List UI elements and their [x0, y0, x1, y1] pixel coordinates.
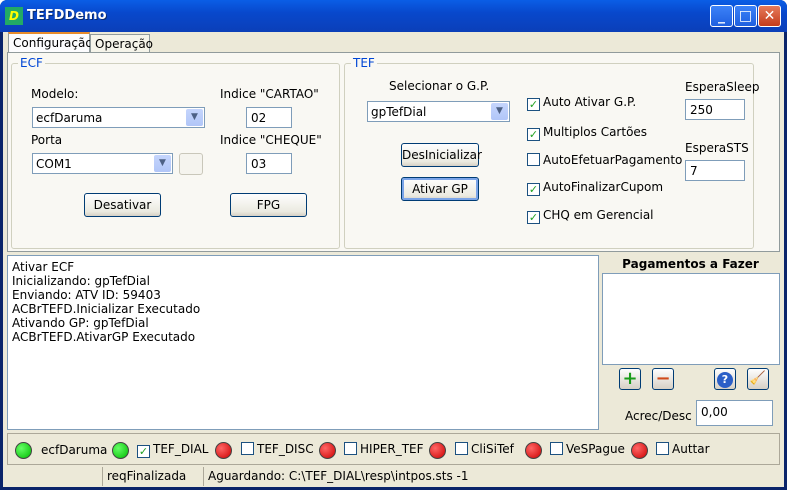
hiper-tef-led [319, 442, 336, 459]
log-line: ACBrTEFD.AtivarGP Executado [12, 330, 196, 344]
auttar-led [631, 442, 648, 459]
auttar-checkbox[interactable]: Auttar [656, 442, 710, 456]
acrec-desc-label: Acrec/Desc [625, 409, 692, 423]
config-tab-panel: ECF Modelo: ecfDaruma ▼ Porta COM1 ▼ Ind… [7, 52, 780, 252]
indice-cheque-field[interactable]: 03 [246, 153, 292, 174]
porta-label: Porta [31, 133, 63, 147]
espera-sts-label: EsperaSTS [685, 141, 749, 155]
log-line: ACBrTEFD.Inicializar Executado [12, 302, 201, 316]
log-line: Enviando: ATV ID: 59403 [12, 288, 161, 302]
clisitef-led [429, 442, 446, 459]
indice-cartao-label: Indice "CARTAO" [220, 87, 319, 101]
checkbox-unchecked-icon[interactable] [241, 442, 254, 455]
auto-efetuar-pagamento-checkbox[interactable]: AutoEfetuarPagamento [527, 153, 682, 167]
hiper-tef-checkbox[interactable]: HIPER_TEF [344, 442, 424, 456]
app-window: D TEFDDemo _ □ ✕ Configuração Operação E… [0, 0, 787, 490]
checkbox-unchecked-icon[interactable] [527, 153, 540, 166]
chevron-down-icon[interactable]: ▼ [186, 109, 203, 126]
auto-finalizar-cupom-checkbox[interactable]: ✓ AutoFinalizarCupom [527, 180, 663, 196]
app-icon[interactable]: D [5, 7, 23, 25]
espera-sleep-field[interactable]: 250 [685, 99, 745, 120]
close-button[interactable]: ✕ [758, 5, 781, 27]
porta-config-button[interactable] [179, 153, 203, 175]
tef-group: TEF Selecionar o G.P. gpTefDial ▼ DesIni… [344, 56, 759, 249]
clean-button[interactable]: 🧹 [747, 368, 769, 390]
modelo-label: Modelo: [31, 87, 79, 101]
fpg-button[interactable]: FPG [230, 193, 307, 217]
broom-icon: 🧹 [749, 371, 767, 386]
help-button[interactable]: ? [714, 368, 736, 390]
log-memo[interactable]: Ativar ECF Inicializando: gpTefDial Envi… [7, 255, 599, 430]
tef-dial-checkbox[interactable]: ✓ TEF_DIAL [137, 442, 209, 458]
pagamentos-panel: Pagamentos a Fazer + − ? 🧹 Acrec/Desc 0,… [601, 255, 780, 430]
status-bar: reqFinalizada Aguardando: C:\TEF_DIAL\re… [3, 466, 784, 487]
desativar-button[interactable]: Desativar [84, 193, 161, 217]
checkbox-checked-icon[interactable]: ✓ [527, 128, 540, 141]
minimize-button[interactable]: _ [710, 5, 733, 27]
espera-sts-field[interactable]: 7 [685, 160, 745, 181]
vespague-checkbox[interactable]: VeSPague [550, 442, 625, 456]
selecionar-gp-label: Selecionar o G.P. [389, 79, 490, 93]
tab-configuracao[interactable]: Configuração [8, 32, 93, 54]
checkbox-checked-icon[interactable]: ✓ [137, 445, 150, 458]
log-line: Ativar ECF [12, 260, 75, 274]
chevron-down-icon[interactable]: ▼ [491, 103, 508, 120]
statusbar-cell-1 [3, 467, 101, 486]
multiplos-cartoes-checkbox[interactable]: ✓ Multiplos Cartões [527, 125, 647, 141]
plus-icon: + [622, 368, 638, 389]
add-pagamento-button[interactable]: + [619, 368, 641, 390]
log-line: Ativando GP: gpTefDial [12, 316, 149, 330]
ecf-group-label: ECF [18, 56, 45, 70]
checkbox-checked-icon[interactable]: ✓ [527, 211, 540, 224]
gp-status-panel: ecfDaruma ✓ TEF_DIAL TEF_DISC HIPER_TEF C… [7, 433, 780, 465]
chevron-down-icon[interactable]: ▼ [154, 155, 171, 172]
tef-dial-led [112, 442, 129, 459]
pagamentos-list[interactable] [602, 273, 780, 365]
minus-icon: − [655, 368, 671, 389]
statusbar-cell-2: reqFinalizada [102, 467, 202, 486]
vespague-led [525, 442, 542, 459]
checkbox-unchecked-icon[interactable] [656, 442, 669, 455]
tef-disc-checkbox[interactable]: TEF_DISC [241, 442, 314, 456]
client-area: Configuração Operação ECF Modelo: ecfDar… [3, 32, 784, 487]
pagamentos-title: Pagamentos a Fazer [622, 257, 759, 271]
title-bar[interactable]: D TEFDDemo _ □ ✕ [0, 0, 787, 32]
window-title: TEFDDemo [27, 8, 107, 23]
tab-operacao[interactable]: Operação [90, 34, 153, 54]
desinicializar-button[interactable]: DesInicializar [401, 143, 482, 167]
maximize-button[interactable]: □ [734, 5, 757, 27]
log-line: Inicializando: gpTefDial [12, 274, 150, 288]
modelo-select[interactable]: ecfDaruma ▼ [32, 107, 205, 128]
remove-pagamento-button[interactable]: − [652, 368, 674, 390]
statusbar-cell-3: Aguardando: C:\TEF_DIAL\resp\intpos.sts … [203, 467, 784, 486]
tef-group-label: TEF [351, 56, 377, 70]
indice-cheque-label: Indice "CHEQUE" [220, 133, 322, 147]
clisitef-checkbox[interactable]: CliSiTef [455, 442, 514, 456]
chq-gerencial-checkbox[interactable]: ✓ CHQ em Gerencial [527, 208, 654, 224]
help-icon: ? [717, 372, 733, 388]
checkbox-unchecked-icon[interactable] [550, 442, 563, 455]
porta-select[interactable]: COM1 ▼ [32, 153, 173, 174]
indice-cartao-field[interactable]: 02 [246, 107, 292, 128]
checkbox-unchecked-icon[interactable] [455, 442, 468, 455]
auto-ativar-gp-checkbox[interactable]: ✓ Auto Ativar G.P. [527, 95, 636, 111]
gp-select[interactable]: gpTefDial ▼ [367, 101, 510, 122]
espera-sleep-label: EsperaSleep [685, 80, 760, 94]
ecf-status-label: ecfDaruma [41, 443, 108, 457]
acrec-desc-field[interactable]: 0,00 [696, 400, 773, 426]
ativar-gp-button[interactable]: Ativar GP [401, 177, 479, 201]
ecf-group: ECF Modelo: ecfDaruma ▼ Porta COM1 ▼ Ind… [11, 56, 340, 249]
checkbox-checked-icon[interactable]: ✓ [527, 183, 540, 196]
checkbox-checked-icon[interactable]: ✓ [527, 98, 540, 111]
checkbox-unchecked-icon[interactable] [344, 442, 357, 455]
tef-disc-led [215, 442, 232, 459]
ecf-status-led [15, 442, 32, 459]
